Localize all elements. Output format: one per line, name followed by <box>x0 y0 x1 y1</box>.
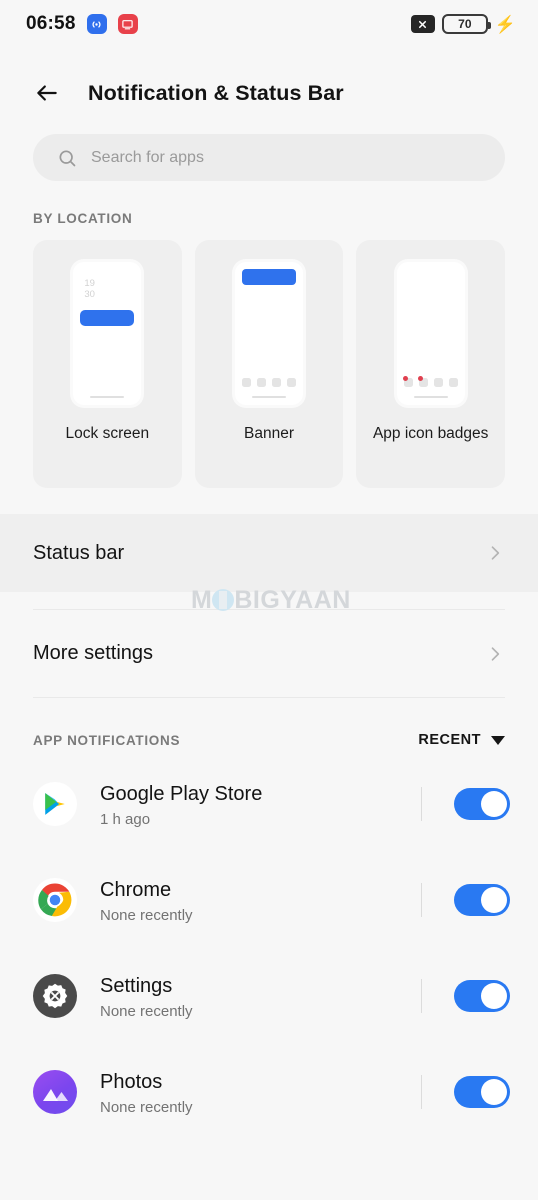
toggle-knob <box>481 791 507 817</box>
card-app-icon-badges[interactable]: App icon badges <box>356 240 506 488</box>
preview-dock-icon <box>257 378 266 387</box>
preview-dock-icon <box>287 378 296 387</box>
card-label: App icon badges <box>372 425 489 442</box>
banner-preview <box>235 262 303 405</box>
preview-dock-icon-badged <box>402 376 413 387</box>
search-container: Search for apps <box>0 134 538 181</box>
row-status-bar[interactable]: Status bar <box>0 514 538 592</box>
sort-value: RECENT <box>418 732 481 748</box>
battery-level: 70 <box>458 17 472 31</box>
x-icon <box>410 15 435 33</box>
lockscreen-preview: 19 30 <box>73 262 142 405</box>
preview-home-indicator <box>413 396 448 398</box>
app-name: Google Play Store <box>100 782 263 805</box>
preview-dock-icon <box>242 378 251 387</box>
preview-clock: 19 30 <box>84 278 95 300</box>
card-lock-screen[interactable]: 19 30 Lock screen <box>33 240 182 488</box>
search-placeholder: Search for apps <box>91 148 204 166</box>
notification-toggle[interactable] <box>454 788 510 820</box>
preview-home-indicator <box>90 396 125 398</box>
toggle-knob <box>481 887 507 913</box>
badges-preview <box>396 262 465 405</box>
app-subtitle: 1 h ago <box>100 810 151 828</box>
preview-dock <box>402 376 458 387</box>
preview-dock-icon <box>448 378 458 387</box>
broadcast-icon <box>86 14 107 34</box>
status-bar: 06:58 70 ⚡ <box>0 0 538 48</box>
preview-banner-bar <box>242 269 296 285</box>
back-arrow-icon[interactable] <box>32 78 62 108</box>
google-photos-icon <box>33 1070 77 1114</box>
row-more-settings[interactable]: More settings <box>0 610 538 697</box>
preview-dock-icon-badged <box>417 376 428 387</box>
app-text: Chrome None recently <box>100 877 421 924</box>
toggle-knob <box>481 1079 507 1105</box>
app-row-settings[interactable]: Settings None recently <box>0 948 538 1044</box>
app-name: Chrome <box>100 878 172 901</box>
toggle-knob <box>481 983 507 1009</box>
row-divider <box>421 979 422 1013</box>
settings-gear-icon <box>33 974 77 1018</box>
chevron-right-icon <box>491 546 500 560</box>
chrome-icon <box>33 878 77 922</box>
caret-down-icon <box>491 735 505 745</box>
row-divider <box>421 1075 422 1109</box>
app-name: Settings <box>100 974 173 997</box>
clock: 06:58 <box>26 13 76 34</box>
card-banner[interactable]: Banner <box>194 240 344 488</box>
app-text: Settings None recently <box>100 973 421 1020</box>
by-location-cards: 19 30 Lock screen Banner App icon badges <box>0 240 538 488</box>
app-text: Photos None recently <box>100 1069 421 1116</box>
screencast-icon <box>117 14 138 34</box>
by-location-label: BY LOCATION <box>33 211 133 226</box>
chevron-right-icon <box>491 646 500 661</box>
app-row-chrome[interactable]: Chrome None recently <box>0 852 538 948</box>
watermark-o-ring <box>212 589 235 611</box>
google-play-icon <box>33 782 77 826</box>
row-divider <box>421 883 422 917</box>
search-input[interactable]: Search for apps <box>33 134 505 181</box>
row-label: Status bar <box>33 541 125 564</box>
app-row-google-play-store[interactable]: Google Play Store 1 h ago <box>0 756 538 852</box>
sort-dropdown[interactable]: RECENT <box>418 732 505 748</box>
notification-toggle[interactable] <box>454 980 510 1012</box>
bolt-icon: ⚡ <box>494 14 516 34</box>
row-label: More settings <box>33 642 154 664</box>
app-subtitle: None recently <box>100 906 193 924</box>
search-icon <box>59 150 76 166</box>
preview-notification-bar <box>80 310 135 326</box>
preview-dock <box>242 378 296 387</box>
page-title: Notification & Status Bar <box>88 80 344 105</box>
battery-indicator: 70 <box>441 14 491 34</box>
row-divider <box>421 787 422 821</box>
preview-dock-icon <box>433 378 443 387</box>
app-name: Photos <box>100 1070 163 1093</box>
status-bar-left: 06:58 <box>26 13 138 35</box>
app-notifications-label: APP NOTIFICATIONS <box>33 732 181 748</box>
app-row-photos[interactable]: Photos None recently <box>0 1044 538 1140</box>
status-bar-right: 70 ⚡ <box>410 14 516 34</box>
app-subtitle: None recently <box>100 1002 193 1020</box>
preview-home-indicator <box>252 396 286 398</box>
app-text: Google Play Store 1 h ago <box>100 781 421 828</box>
preview-dock-icon <box>272 378 281 387</box>
notification-toggle[interactable] <box>454 884 510 916</box>
card-label: Lock screen <box>65 425 150 442</box>
app-subtitle: None recently <box>100 1098 193 1116</box>
card-label: Banner <box>244 425 294 442</box>
app-bar: Notification & Status Bar <box>0 48 538 134</box>
notification-toggle[interactable] <box>454 1076 510 1108</box>
app-notifications-header: APP NOTIFICATIONS RECENT <box>0 698 538 756</box>
